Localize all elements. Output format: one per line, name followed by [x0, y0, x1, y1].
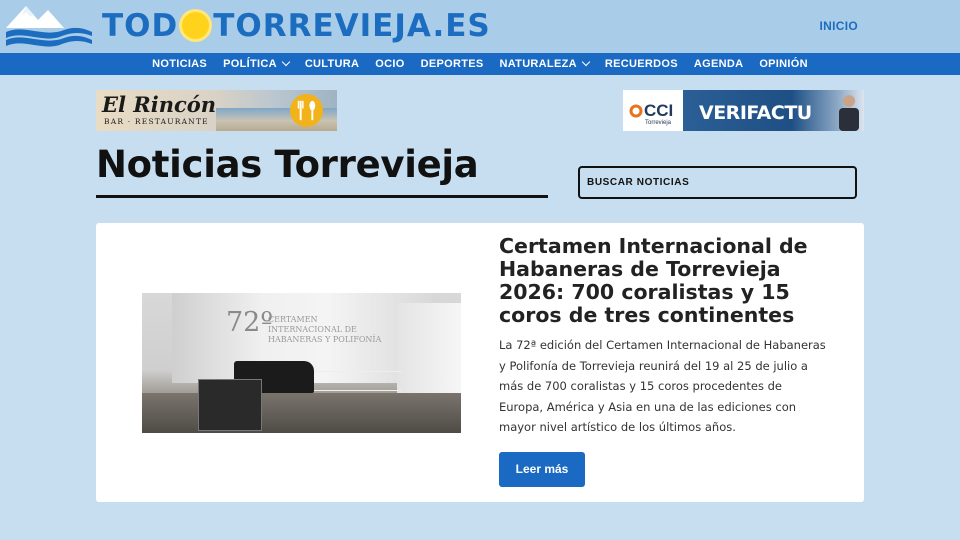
- cci-logo: CCI Torrevieja: [623, 90, 685, 131]
- nav-item-naturaleza[interactable]: NATURALEZA: [492, 53, 597, 75]
- article-image[interactable]: 72º CERTAMEN INTERNACIONAL DE HABANERAS …: [142, 293, 461, 433]
- ad-banner-el-rincon[interactable]: El Rincón BAR · RESTAURANTE: [96, 90, 337, 131]
- ad-subtitle: BAR · RESTAURANTE: [104, 117, 209, 126]
- page-title: Noticias Torrevieja: [96, 143, 479, 186]
- ad-banner-verifactu[interactable]: CCI Torrevieja VERIFACTU: [623, 90, 864, 131]
- cci-ring-icon: [629, 104, 643, 118]
- ad-title: El Rincón: [102, 92, 217, 117]
- sun-icon: [182, 12, 210, 39]
- nav-item-ocio[interactable]: OCIO: [367, 53, 412, 75]
- search-input[interactable]: [580, 168, 855, 197]
- chevron-down-icon: [581, 57, 591, 67]
- main-nav: NOTICIAS POLÍTICA CULTURA OCIO DEPORTES …: [0, 53, 960, 75]
- nav-items: NOTICIAS POLÍTICA CULTURA OCIO DEPORTES …: [0, 53, 960, 75]
- nav-item-label: OCIO: [375, 58, 405, 70]
- logo-prefix: TOD: [102, 8, 179, 44]
- stage-side-wall: [397, 303, 461, 398]
- site-header: TOD TORREVIEJA.ES INICIO: [0, 0, 960, 53]
- nav-item-agenda[interactable]: AGENDA: [686, 53, 751, 75]
- person-icon: [839, 95, 859, 131]
- read-more-button[interactable]: Leer más: [499, 452, 585, 487]
- nav-item-label: CULTURA: [304, 58, 360, 70]
- equipment-case: [198, 379, 262, 431]
- article-excerpt: La 72ª edición del Certamen Internaciona…: [499, 338, 826, 434]
- cutlery-icon: [289, 93, 324, 128]
- mountain-wave-icon: [6, 6, 92, 47]
- article-title[interactable]: Certamen Internacional de Habaneras de T…: [499, 235, 829, 327]
- stage-floor: [142, 393, 461, 433]
- chevron-down-icon: [281, 57, 291, 67]
- site-logo[interactable]: TOD TORREVIEJA.ES: [4, 2, 494, 52]
- nav-item-label: AGENDA: [693, 58, 744, 70]
- nav-item-opinion[interactable]: OPINIÓN: [751, 53, 816, 75]
- nav-item-recuerdos[interactable]: RECUERDOS: [597, 53, 686, 75]
- cci-brand: CCI: [644, 101, 674, 120]
- nav-item-deportes[interactable]: DEPORTES: [413, 53, 492, 75]
- nav-item-label: NOTICIAS: [152, 58, 208, 70]
- nav-item-noticias[interactable]: NOTICIAS: [144, 53, 215, 75]
- search-box: [578, 166, 857, 199]
- title-divider: [96, 195, 548, 198]
- logo-text: TOD TORREVIEJA.ES: [102, 8, 491, 44]
- nav-item-label: DEPORTES: [420, 58, 484, 70]
- nav-item-cultura[interactable]: CULTURA: [297, 53, 367, 75]
- verifactu-headline: VERIFACTU: [699, 102, 812, 124]
- nav-item-label: OPINIÓN: [759, 58, 808, 70]
- image-text-number: 72º: [226, 307, 274, 338]
- nav-item-label: RECUERDOS: [604, 58, 678, 70]
- inicio-link[interactable]: INICIO: [820, 19, 858, 33]
- nav-item-politica[interactable]: POLÍTICA: [215, 53, 297, 75]
- cci-brand-sub: Torrevieja: [645, 120, 672, 126]
- nav-item-label: NATURALEZA: [499, 58, 577, 70]
- article-card: 72º CERTAMEN INTERNACIONAL DE HABANERAS …: [96, 223, 864, 502]
- logo-suffix: TORREVIEJA.ES: [213, 8, 491, 44]
- nav-item-label: POLÍTICA: [223, 58, 277, 70]
- image-text-lines: CERTAMEN INTERNACIONAL DE HABANERAS Y PO…: [268, 315, 382, 344]
